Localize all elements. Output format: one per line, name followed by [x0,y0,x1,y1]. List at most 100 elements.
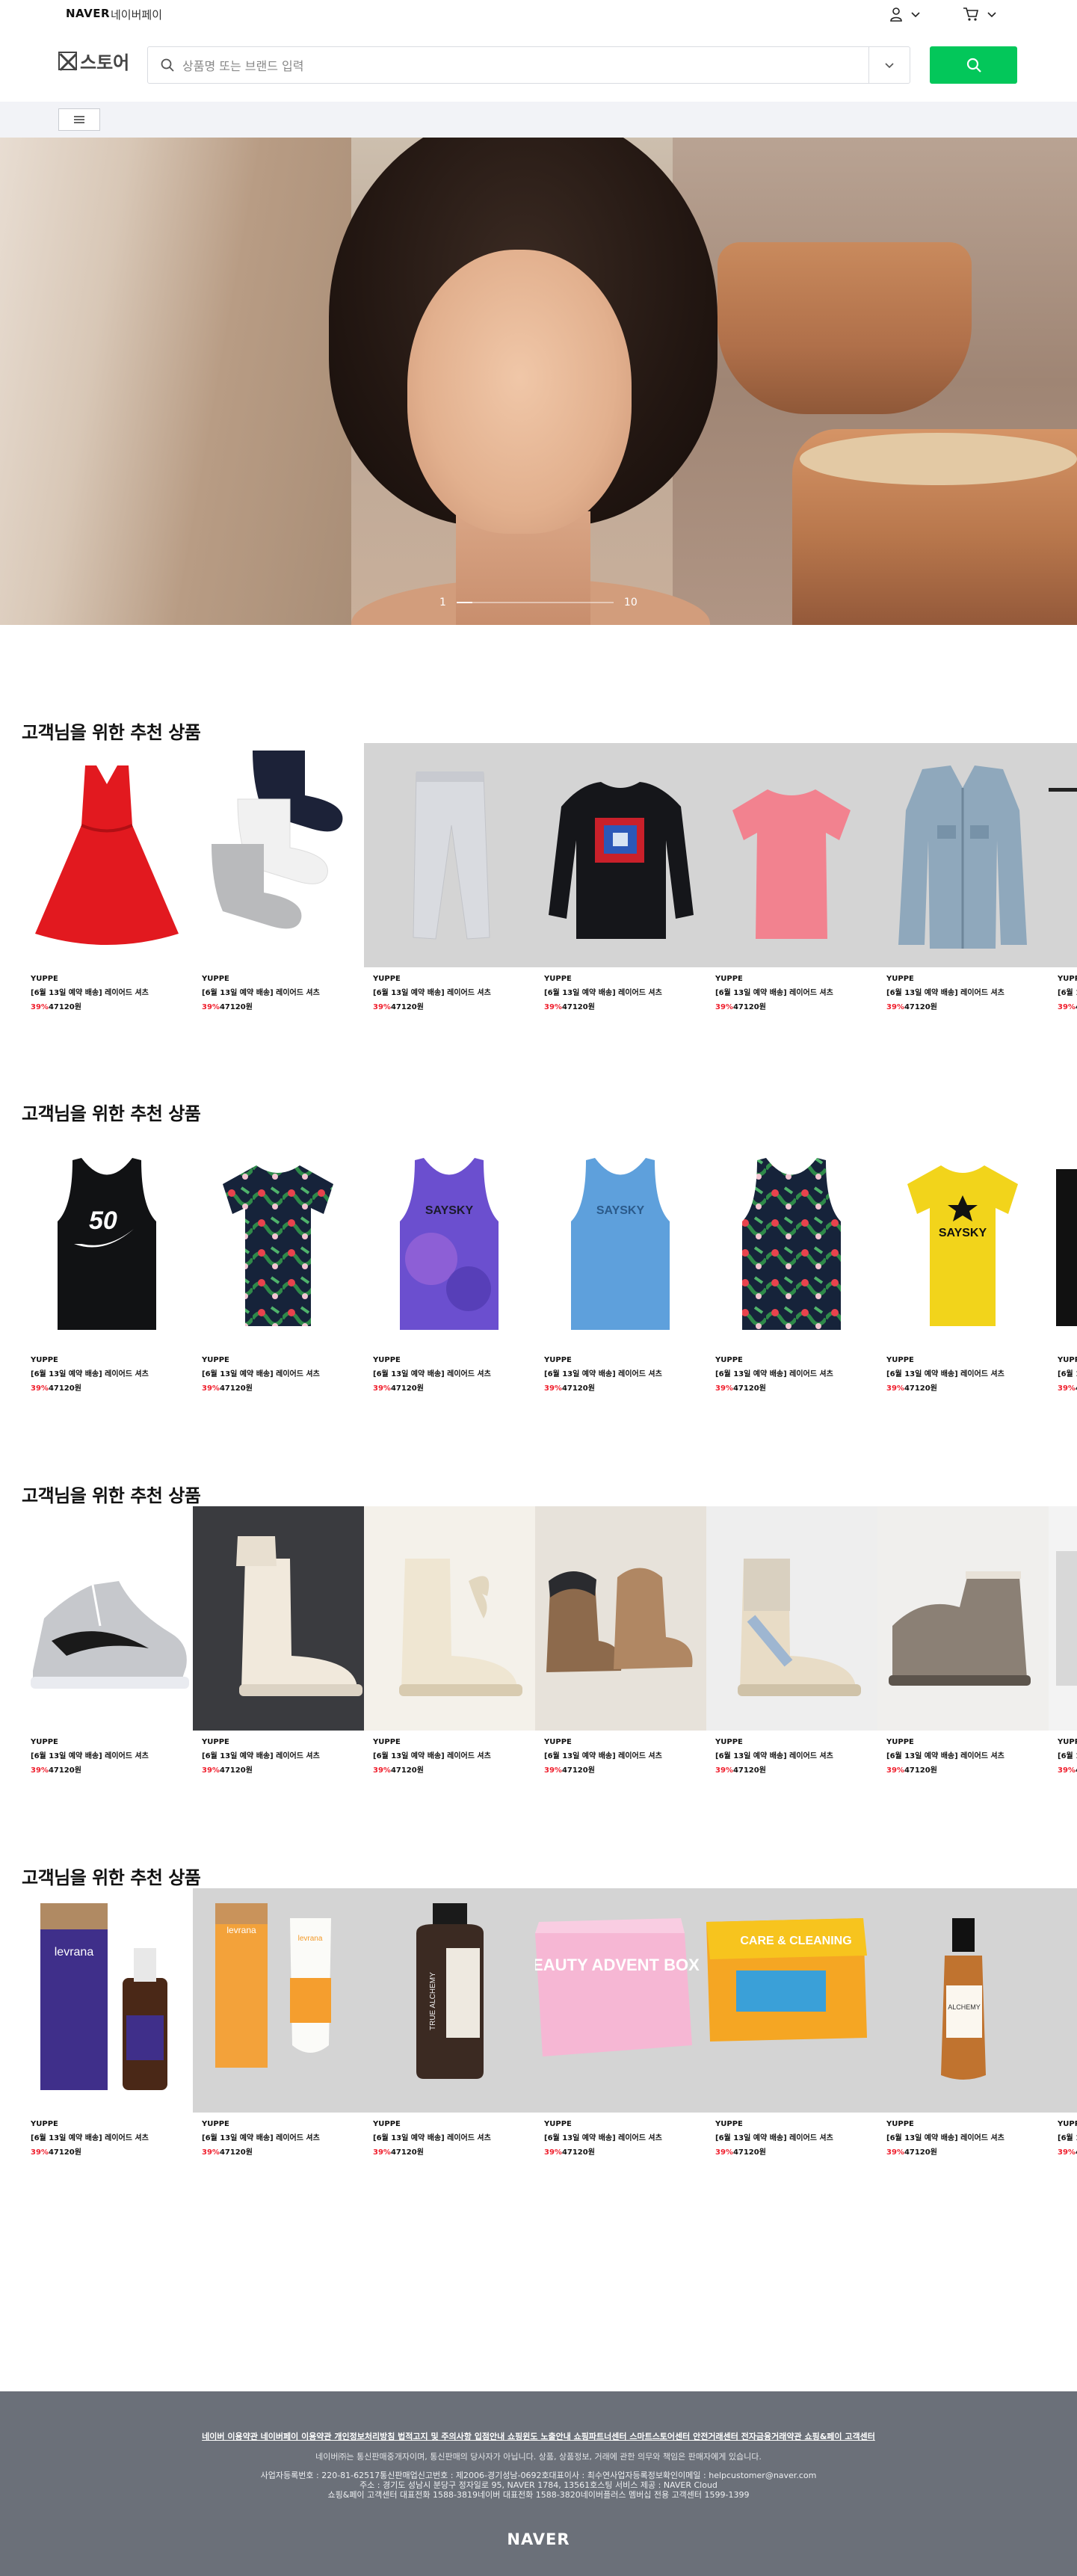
product-title[interactable]: [6월 13일 예약 배송] 레이어드 셔츠 [1049,1749,1077,1760]
product-card[interactable]: TRUE ALCHEMY YUPPE [6월 13일 예약 배송] 레이어드 셔츠 3… [364,1888,535,2157]
product-title[interactable]: [6월 13일 예약 배송] 레이어드 셔츠 [706,2131,877,2142]
product-image[interactable]: SAYSKY [364,1124,535,1349]
product-title[interactable]: [6월 13일 예약 배송] 레이어드 셔츠 [1049,2131,1077,2142]
product-image[interactable]: SAYSKY [877,1124,1049,1349]
product-title[interactable]: [6월 13일 예약 배송] 레이어드 셔츠 [22,986,193,997]
product-image[interactable] [706,1124,877,1349]
product-card[interactable]: YUPPE [6월 13일 예약 배송] 레이어드 셔츠 39%47120원 [877,743,1049,1011]
product-image[interactable] [877,1506,1049,1731]
banner-progress-track[interactable] [456,602,614,603]
search-dropdown-button[interactable] [868,47,910,83]
product-image[interactable] [1049,743,1077,967]
footer-naver-logo[interactable]: NAVER [0,2530,1077,2548]
product-card[interactable]: YUPPE [6월 13일 예약 배송] 레이어드 셔츠 39%47120원 [364,743,535,1011]
product-title[interactable]: [6월 13일 예약 배송] 레이어드 셔츠 [535,986,706,997]
product-card[interactable]: SAYSKY YUPPE [6월 13일 예약 배송] 레이어드 셔츠 39%4712… [364,1124,535,1393]
product-image[interactable] [364,1506,535,1731]
product-discount: 39% [1058,1003,1076,1011]
naverpay-link[interactable]: 네이버페이 [111,7,162,22]
product-image[interactable]: ALCHEMY [877,1888,1049,2113]
product-title[interactable]: [6월 13일 예약 배송] 레이어드 셔츠 [193,986,364,997]
product-title[interactable]: [6월 13일 예약 배송] 레이어드 셔츠 [193,1749,364,1760]
product-title[interactable]: [6월 13일 예약 배송] 레이어드 셔츠 [877,2131,1049,2142]
product-card[interactable]: YUPPE [6월 13일 예약 배송] 레이어드 셔츠 39%47120원 [193,743,364,1011]
product-card[interactable]: YUPPE [6월 13일 예약 배송] 레이어드 셔츠 39%47120원 [1049,1888,1077,2157]
product-image[interactable]: 50 [22,1124,193,1349]
product-title[interactable]: [6월 13일 예약 배송] 레이어드 셔츠 [193,2131,364,2142]
product-title[interactable]: [6월 13일 예약 배송] 레이어드 셔츠 [193,1367,364,1378]
product-card[interactable]: YUPPE [6월 13일 예약 배송] 레이어드 셔츠 39%47120원 [1049,1124,1077,1393]
product-image[interactable]: levrana [22,1888,193,2113]
product-price: 47120원 [390,2148,424,2157]
product-image[interactable]: BEAUTY ADVENT BOX [535,1888,706,2113]
product-price-line: 39%47120원 [1049,1381,1077,1393]
product-title[interactable]: [6월 13일 예약 배송] 레이어드 셔츠 [535,2131,706,2142]
store-logo[interactable]: 스토어 [58,48,129,74]
product-card[interactable]: YUPPE [6월 13일 예약 배송] 레이어드 셔츠 39%47120원 [535,1506,706,1775]
footer-links[interactable]: 네이버 이용약관 네이버페이 이용약관 개인정보처리방침 법적고지 및 주의사항… [0,2430,1077,2442]
product-image[interactable]: levrana levrana [193,1888,364,2113]
product-image[interactable]: SAYSKY [535,1124,706,1349]
product-card[interactable]: YUPPE [6월 13일 예약 배송] 레이어드 셔츠 39%47120원 [706,1124,877,1393]
product-card[interactable]: BEAUTY ADVENT BOX YUPPE [6월 13일 예약 배송] 레이어… [535,1888,706,2157]
product-title[interactable]: [6월 13일 예약 배송] 레이어드 셔츠 [22,2131,193,2142]
product-image[interactable] [535,743,706,967]
product-image[interactable] [1049,1506,1077,1731]
product-image[interactable] [364,743,535,967]
product-title[interactable]: [6월 13일 예약 배송] 레이어드 셔츠 [877,986,1049,997]
product-title[interactable]: [6월 13일 예약 배송] 레이어드 셔츠 [22,1367,193,1378]
product-title[interactable]: [6월 13일 예약 배송] 레이어드 셔츠 [1049,986,1077,997]
product-image[interactable] [1049,1888,1077,2113]
product-title[interactable]: [6월 13일 예약 배송] 레이어드 셔츠 [364,1749,535,1760]
product-image[interactable] [1049,1124,1077,1349]
cart-menu-button[interactable] [963,4,997,24]
product-title[interactable]: [6월 13일 예약 배송] 레이어드 셔츠 [535,1367,706,1378]
product-card[interactable]: YUPPE [6월 13일 예약 배송] 레이어드 셔츠 39%47120원 [193,1506,364,1775]
product-title[interactable]: [6월 13일 예약 배송] 레이어드 셔츠 [1049,1367,1077,1378]
product-card[interactable]: YUPPE [6월 13일 예약 배송] 레이어드 셔츠 39%47120원 [364,1506,535,1775]
product-image[interactable] [706,743,877,967]
product-title[interactable]: [6월 13일 예약 배송] 레이어드 셔츠 [877,1749,1049,1760]
product-card[interactable]: YUPPE [6월 13일 예약 배송] 레이어드 셔츠 39%47120원 [706,1506,877,1775]
naver-link[interactable]: NAVER [66,7,110,20]
product-card[interactable]: YUPPE [6월 13일 예약 배송] 레이어드 셔츠 39%47120원 [535,743,706,1011]
user-menu-button[interactable] [889,4,921,24]
product-image[interactable] [22,743,193,967]
product-image[interactable]: CARE & CLEANING [706,1888,877,2113]
menu-button[interactable] [58,108,100,131]
product-image[interactable] [877,743,1049,967]
product-card[interactable]: SAYSKY YUPPE [6월 13일 예약 배송] 레이어드 셔츠 39%4712… [877,1124,1049,1393]
product-image[interactable] [535,1506,706,1731]
product-image[interactable] [193,1124,364,1349]
product-card[interactable]: YUPPE [6월 13일 예약 배송] 레이어드 셔츠 39%47120원 [22,743,193,1011]
product-image[interactable]: TRUE ALCHEMY [364,1888,535,2113]
product-card[interactable]: levrana YUPPE [6월 13일 예약 배송] 레이어드 셔츠 39%471… [22,1888,193,2157]
product-card[interactable]: YUPPE [6월 13일 예약 배송] 레이어드 셔츠 39%47120원 [1049,743,1077,1011]
product-card[interactable]: YUPPE [6월 13일 예약 배송] 레이어드 셔츠 39%47120원 [1049,1506,1077,1775]
product-card[interactable]: SAYSKY YUPPE [6월 13일 예약 배송] 레이어드 셔츠 39%4712… [535,1124,706,1393]
product-title[interactable]: [6월 13일 예약 배송] 레이어드 셔츠 [706,1749,877,1760]
product-card[interactable]: YUPPE [6월 13일 예약 배송] 레이어드 셔츠 39%47120원 [706,743,877,1011]
product-card[interactable]: ALCHEMY YUPPE [6월 13일 예약 배송] 레이어드 셔츠 39%471… [877,1888,1049,2157]
product-card[interactable]: CARE & CLEANING YUPPE [6월 13일 예약 배송] 레이어드 … [706,1888,877,2157]
product-card[interactable]: YUPPE [6월 13일 예약 배송] 레이어드 셔츠 39%47120원 [877,1506,1049,1775]
search-button[interactable] [930,46,1017,84]
product-card[interactable]: levrana levrana YUPPE [6월 13일 예약 배송] 레이어드 셔… [193,1888,364,2157]
product-image[interactable] [22,1506,193,1731]
product-card[interactable]: YUPPE [6월 13일 예약 배송] 레이어드 셔츠 39%47120원 [193,1124,364,1393]
product-card[interactable]: YUPPE [6월 13일 예약 배송] 레이어드 셔츠 39%47120원 [22,1506,193,1775]
product-title[interactable]: [6월 13일 예약 배송] 레이어드 셔츠 [535,1749,706,1760]
product-title[interactable]: [6월 13일 예약 배송] 레이어드 셔츠 [706,986,877,997]
product-title[interactable]: [6월 13일 예약 배송] 레이어드 셔츠 [364,986,535,997]
product-title[interactable]: [6월 13일 예약 배송] 레이어드 셔츠 [364,1367,535,1378]
product-image[interactable] [193,743,364,967]
product-title[interactable]: [6월 13일 예약 배송] 레이어드 셔츠 [877,1367,1049,1378]
product-image[interactable] [706,1506,877,1731]
product-card[interactable]: 50 YUPPE [6월 13일 예약 배송] 레이어드 셔츠 39%47120원 [22,1124,193,1393]
hero-banner[interactable]: 1 10 [0,138,1077,625]
product-title[interactable]: [6월 13일 예약 배송] 레이어드 셔츠 [22,1749,193,1760]
product-image[interactable] [193,1506,364,1731]
search-input[interactable] [182,56,855,76]
product-title[interactable]: [6월 13일 예약 배송] 레이어드 셔츠 [706,1367,877,1378]
product-title[interactable]: [6월 13일 예약 배송] 레이어드 셔츠 [364,2131,535,2142]
